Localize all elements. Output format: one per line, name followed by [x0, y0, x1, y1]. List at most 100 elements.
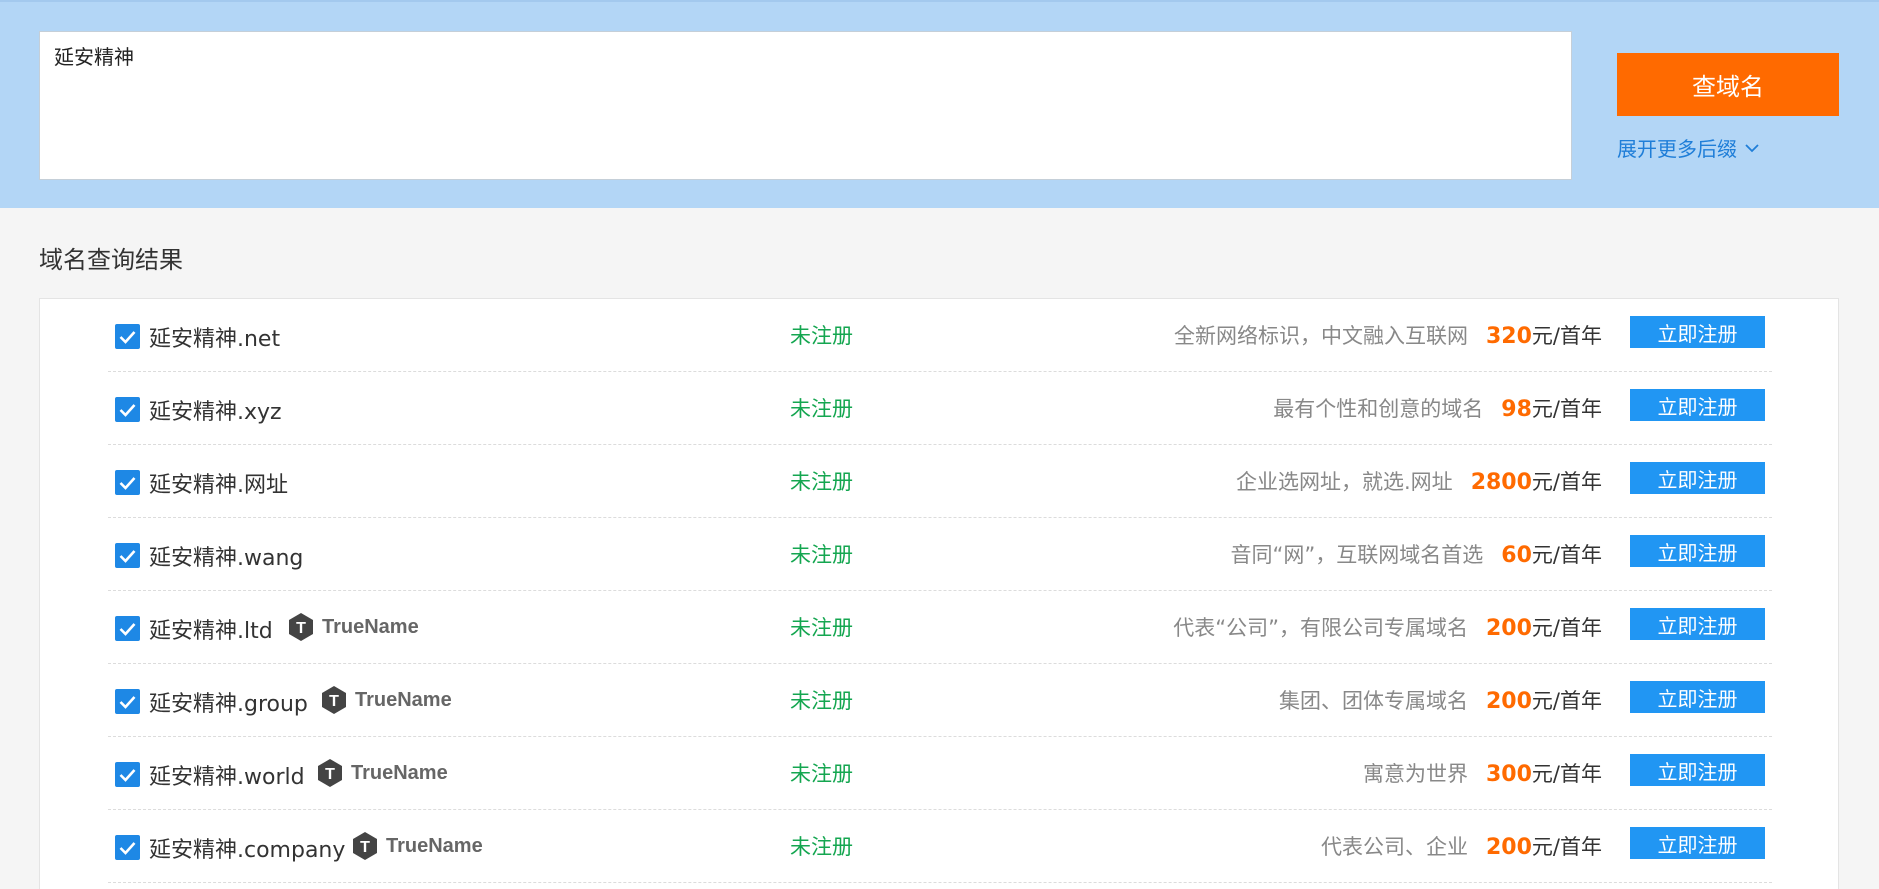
svg-text:T: T: [360, 839, 370, 856]
registration-status: 未注册: [790, 470, 853, 494]
checkmark-icon: [119, 403, 136, 417]
registration-status: 未注册: [790, 835, 853, 859]
domain-result-row: 延安精神.网址 未注册 企业选网址，就选.网址 2800 元/首年 立即注册: [108, 445, 1772, 518]
select-checkbox[interactable]: [115, 762, 140, 787]
results-title: 域名查询结果: [39, 246, 183, 274]
price-value: 60: [1501, 543, 1532, 568]
domain-result-row: 延安精神.company T TrueName 未注册 代表公司、企业 200 元/首年 立即…: [108, 810, 1772, 883]
svg-text:T: T: [329, 693, 339, 710]
price-info: 代表公司、企业 200 元/首年: [1321, 831, 1602, 861]
domain-name: 延安精神.ltd: [149, 619, 273, 644]
domain-name: 延安精神.company: [149, 838, 346, 863]
expand-suffix-link[interactable]: 展开更多后缀: [1617, 133, 1759, 162]
select-checkbox[interactable]: [115, 835, 140, 860]
truename-badge: T TrueName: [315, 758, 448, 788]
checkmark-icon: [119, 622, 136, 636]
register-now-button[interactable]: 立即注册: [1630, 316, 1765, 348]
domain-description: 企业选网址，就选.网址: [1236, 470, 1453, 494]
price-unit: 元/首年: [1531, 543, 1602, 567]
price-unit: 元/首年: [1531, 762, 1602, 786]
register-now-button[interactable]: 立即注册: [1630, 681, 1765, 713]
price-unit: 元/首年: [1531, 397, 1602, 421]
registration-status: 未注册: [790, 616, 853, 640]
register-now-button[interactable]: 立即注册: [1630, 535, 1765, 567]
truename-label: TrueName: [322, 615, 419, 638]
domain-search-input[interactable]: 延安精神: [39, 31, 1572, 180]
checkmark-icon: [119, 695, 136, 709]
select-checkbox[interactable]: [115, 470, 140, 495]
price-value: 200: [1485, 835, 1532, 860]
price-info: 全新网络标识，中文融入互联网 320 元/首年: [1174, 320, 1602, 350]
truename-logo-icon: T: [322, 686, 346, 714]
expand-suffix-label: 展开更多后缀: [1617, 137, 1737, 161]
registration-status: 未注册: [790, 543, 853, 567]
domain-name: 延安精神.网址: [149, 473, 288, 498]
domain-name: 延安精神.group: [149, 692, 308, 717]
results-panel: 延安精神.net 未注册 全新网络标识，中文融入互联网 320 元/首年 立即注册 延安精神…: [39, 298, 1839, 889]
domain-result-row: 延安精神.ltd T TrueName 未注册 代表“公司”，有限公司专属域名 200 元/…: [108, 591, 1772, 664]
chevron-down-icon: [1745, 143, 1759, 152]
truename-logo-icon: T: [353, 832, 377, 860]
price-unit: 元/首年: [1531, 470, 1602, 494]
checkmark-icon: [119, 768, 136, 782]
truename-logo-icon: T: [318, 759, 342, 787]
domain-result-row: 延安精神.wang 未注册 音同“网”，互联网域名首选 60 元/首年 立即注册: [108, 518, 1772, 591]
select-checkbox[interactable]: [115, 324, 140, 349]
domain-description: 代表公司、企业: [1320, 835, 1468, 859]
price-info: 音同“网”，互联网域名首选 60 元/首年: [1231, 539, 1602, 569]
price-unit: 元/首年: [1531, 835, 1602, 859]
registration-status: 未注册: [790, 762, 853, 786]
search-bar: 延安精神 查域名 展开更多后缀: [0, 0, 1879, 208]
domain-result-row: 延安精神.xyz 未注册 最有个性和创意的域名 98 元/首年 立即注册: [108, 372, 1772, 445]
price-value: 200: [1485, 689, 1532, 714]
truename-label: TrueName: [355, 688, 452, 711]
price-info: 代表“公司”，有限公司专属域名 200 元/首年: [1173, 612, 1602, 642]
domain-name: 延安精神.world: [149, 765, 305, 790]
checkmark-icon: [119, 549, 136, 563]
domain-result-row: 延安精神.world T TrueName 未注册 寓意为世界 300 元/首年 立即注册: [108, 737, 1772, 810]
price-value: 98: [1501, 397, 1532, 422]
price-value: 2800: [1470, 470, 1532, 495]
svg-text:T: T: [296, 620, 306, 637]
register-now-button[interactable]: 立即注册: [1630, 389, 1765, 421]
truename-badge: T TrueName: [350, 831, 483, 861]
svg-text:T: T: [325, 766, 335, 783]
truename-label: TrueName: [351, 761, 448, 784]
registration-status: 未注册: [790, 397, 853, 421]
price-unit: 元/首年: [1531, 689, 1602, 713]
price-value: 300: [1485, 762, 1532, 787]
checkmark-icon: [119, 841, 136, 855]
register-now-button[interactable]: 立即注册: [1630, 462, 1765, 494]
truename-logo-icon: T: [289, 613, 313, 641]
select-checkbox[interactable]: [115, 543, 140, 568]
registration-status: 未注册: [790, 324, 853, 348]
domain-result-row: 延安精神.net 未注册 全新网络标识，中文融入互联网 320 元/首年 立即注册: [108, 299, 1772, 372]
register-now-button[interactable]: 立即注册: [1630, 608, 1765, 640]
registration-status: 未注册: [790, 689, 853, 713]
price-info: 最有个性和创意的域名 98 元/首年: [1273, 393, 1602, 423]
price-value: 200: [1485, 616, 1532, 641]
domain-name: 延安精神.net: [149, 327, 281, 352]
price-info: 集团、团体专属域名 200 元/首年: [1279, 685, 1602, 715]
query-domain-button[interactable]: 查域名: [1617, 53, 1839, 116]
price-info: 企业选网址，就选.网址 2800 元/首年: [1236, 466, 1602, 496]
domain-name: 延安精神.wang: [149, 546, 304, 571]
truename-badge: T TrueName: [286, 612, 419, 642]
domain-description: 全新网络标识，中文融入互联网: [1173, 324, 1468, 348]
checkmark-icon: [119, 330, 136, 344]
price-info: 寓意为世界 300 元/首年: [1363, 758, 1602, 788]
register-now-button[interactable]: 立即注册: [1630, 754, 1765, 786]
domain-description: 集团、团体专属域名: [1278, 689, 1468, 713]
truename-badge: T TrueName: [319, 685, 452, 715]
price-unit: 元/首年: [1531, 324, 1602, 348]
select-checkbox[interactable]: [115, 689, 140, 714]
price-value: 320: [1485, 324, 1532, 349]
domain-result-row: 延安精神.group T TrueName 未注册 集团、团体专属域名 200 元/首年 立即…: [108, 664, 1772, 737]
domain-description: 寓意为世界: [1362, 762, 1468, 786]
select-checkbox[interactable]: [115, 397, 140, 422]
domain-description: 代表“公司”，有限公司专属域名: [1173, 616, 1468, 640]
select-checkbox[interactable]: [115, 616, 140, 641]
truename-label: TrueName: [386, 834, 483, 857]
register-now-button[interactable]: 立即注册: [1630, 827, 1765, 859]
checkmark-icon: [119, 476, 136, 490]
